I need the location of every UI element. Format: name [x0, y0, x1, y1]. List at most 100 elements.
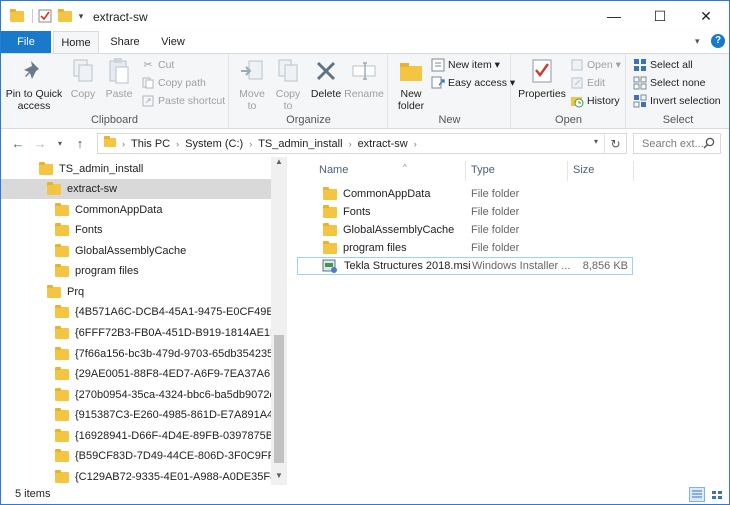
file-row[interactable]: program files File folder — [297, 239, 633, 257]
customize-quick-access-icon[interactable]: ▾ — [75, 8, 87, 24]
maximize-button[interactable]: ☐ — [637, 1, 683, 31]
title-bar: ▾ extract-sw — ☐ ✕ — [1, 1, 729, 31]
tree-item-guid[interactable]: {29AE0051-88F8-4ED7-A6F9-7EA37A6B11A3} — [1, 364, 287, 384]
tree-item-extract-sw[interactable]: extract-sw — [1, 179, 271, 199]
scroll-down-icon[interactable]: ▼ — [271, 471, 287, 485]
tree-item-program-files[interactable]: program files — [1, 261, 271, 281]
tree-item-guid[interactable]: {16928941-D66F-4D4E-89FB-0397875BCCE5} — [1, 426, 287, 446]
select-all-icon — [633, 58, 647, 72]
explorer-window: ▾ extract-sw — ☐ ✕ File Home Share View … — [0, 0, 730, 505]
tree-item-guid[interactable]: {270b0954-35ca-4324-bbc6-ba5db9072dad} — [1, 385, 287, 405]
properties-icon — [526, 56, 558, 86]
folder-icon — [55, 428, 69, 442]
file-row[interactable]: GlobalAssemblyCache File folder — [297, 221, 633, 239]
tree-item-commonappdata[interactable]: CommonAppData — [1, 200, 271, 220]
organize-group: Move to Copy to Delete Rename Organize — [230, 54, 388, 128]
folder-icon — [55, 346, 69, 360]
new-item-icon — [431, 58, 445, 72]
paste-shortcut-button[interactable]: Paste shortcut — [141, 92, 225, 110]
cut-button[interactable]: ✂ Cut — [141, 56, 175, 74]
tab-view[interactable]: View — [151, 31, 195, 53]
up-arrow-icon[interactable]: ↑ — [71, 134, 89, 152]
select-none-button[interactable]: Select none — [633, 74, 705, 92]
tree-item-guid[interactable]: {4B571A6C-DCB4-45A1-9475-E0CF49E46580} — [1, 302, 287, 322]
forward-arrow-icon[interactable]: → — [31, 134, 49, 152]
breadcrumb-extract-sw[interactable]: extract-sw — [354, 138, 412, 150]
scrollbar-thumb[interactable] — [274, 335, 284, 463]
breadcrumb-separator-icon: › — [176, 138, 180, 149]
minimize-ribbon-icon[interactable]: ▾ — [695, 36, 700, 47]
new-folder-quick-icon[interactable] — [57, 8, 73, 24]
tree-item-globalassemblycache[interactable]: GlobalAssemblyCache — [1, 241, 271, 261]
properties-button[interactable]: Properties — [516, 56, 568, 100]
new-folder-button[interactable]: New folder — [393, 56, 429, 112]
file-list: ^ Name Type Size CommonAppData File folde… — [293, 157, 729, 485]
properties-quick-icon[interactable] — [37, 8, 53, 24]
move-to-button[interactable]: Move to — [234, 56, 270, 112]
rename-button[interactable]: Rename — [344, 56, 384, 100]
copy-path-button[interactable]: Copy path — [141, 74, 206, 92]
breadcrumb-system-c[interactable]: System (C:) — [181, 138, 247, 150]
address-bar[interactable]: › This PC › System (C:) › TS_admin_insta… — [97, 133, 627, 154]
invert-selection-button[interactable]: Invert selection — [633, 92, 721, 110]
folder-icon — [47, 284, 61, 298]
open-group: Properties Open ▾ Edit History Open — [512, 54, 626, 128]
easy-access-button[interactable]: Easy access ▾ — [431, 74, 515, 92]
copy-to-button[interactable]: Copy to — [270, 56, 306, 112]
tab-share[interactable]: Share — [103, 31, 147, 53]
history-button[interactable]: History — [570, 92, 620, 110]
column-header-type[interactable]: Type — [471, 157, 495, 183]
folder-icon — [55, 202, 69, 216]
folder-icon — [323, 222, 337, 236]
refresh-icon[interactable]: ↻ — [604, 134, 626, 153]
tree-item-guid[interactable]: {6FFF72B3-FB0A-451D-B919-1814AE1EA5C3} — [1, 323, 287, 343]
breadcrumb-separator-icon: › — [249, 138, 253, 149]
delete-button[interactable]: Delete — [308, 56, 344, 100]
select-all-button[interactable]: Select all — [633, 56, 693, 74]
copy-button[interactable]: Copy — [65, 56, 101, 100]
open-button[interactable]: Open ▾ — [570, 56, 621, 74]
tab-file[interactable]: File — [1, 31, 51, 53]
tree-item-fonts[interactable]: Fonts — [1, 220, 271, 240]
tab-home[interactable]: Home — [53, 31, 99, 54]
pin-to-quick-access-button[interactable]: Pin to Quick access — [5, 56, 63, 112]
back-arrow-icon[interactable]: ← — [9, 134, 27, 152]
folder-icon — [55, 325, 69, 339]
help-icon[interactable]: ? — [711, 34, 725, 48]
folder-icon — [55, 407, 69, 421]
delete-x-icon — [310, 56, 342, 86]
column-header-name[interactable]: ^ Name — [319, 157, 407, 183]
folder-icon — [39, 161, 53, 175]
tree-item-guid[interactable]: {C129AB72-9335-4E01-A988-A0DE35F812F3} — [1, 467, 287, 485]
tree-item-ts-admin-install[interactable]: TS_admin_install — [1, 159, 271, 179]
edit-button[interactable]: Edit — [570, 74, 605, 92]
paste-button[interactable]: Paste — [101, 56, 137, 100]
search-input[interactable]: Search ext... — [633, 133, 721, 154]
window-folder-icon — [9, 8, 25, 24]
new-item-button[interactable]: New item ▾ — [431, 56, 500, 74]
folder-icon — [55, 469, 69, 483]
tree-item-guid[interactable]: {915387C3-E260-4985-861D-E7A891A4F73B} — [1, 405, 287, 425]
window-title: extract-sw — [93, 10, 148, 24]
copy-icon — [67, 56, 99, 86]
tree-item-prq[interactable]: Prq — [1, 282, 271, 302]
address-dropdown-icon[interactable]: ▾ — [594, 137, 598, 146]
minimize-button[interactable]: — — [591, 1, 637, 31]
status-bar: 5 items — [1, 485, 729, 504]
file-row[interactable]: CommonAppData File folder — [297, 185, 633, 203]
column-header-size[interactable]: Size — [573, 157, 594, 183]
recent-locations-chevron-icon[interactable]: ▾ — [51, 134, 69, 152]
close-button[interactable]: ✕ — [683, 1, 729, 31]
tree-item-guid[interactable]: {7f66a156-bc3b-479d-9703-65db354235cc} — [1, 344, 287, 364]
large-icons-view-icon[interactable] — [709, 487, 725, 502]
item-count: 5 items — [15, 488, 51, 500]
scroll-up-icon[interactable]: ▲ — [271, 157, 287, 171]
breadcrumb-this-pc[interactable]: This PC — [127, 138, 174, 150]
file-row-selected[interactable]: Tekla Structures 2018.msi Windows Instal… — [297, 257, 633, 275]
tree-item-guid[interactable]: {B59CF83D-7D49-44CE-806D-3F0C9FFC05C0} — [1, 446, 287, 466]
file-row[interactable]: Fonts File folder — [297, 203, 633, 221]
history-icon — [570, 94, 584, 108]
details-view-icon[interactable] — [689, 487, 705, 502]
navigation-pane-scrollbar[interactable]: ▲ ▼ — [271, 157, 287, 485]
breadcrumb-ts-admin-install[interactable]: TS_admin_install — [254, 138, 346, 150]
